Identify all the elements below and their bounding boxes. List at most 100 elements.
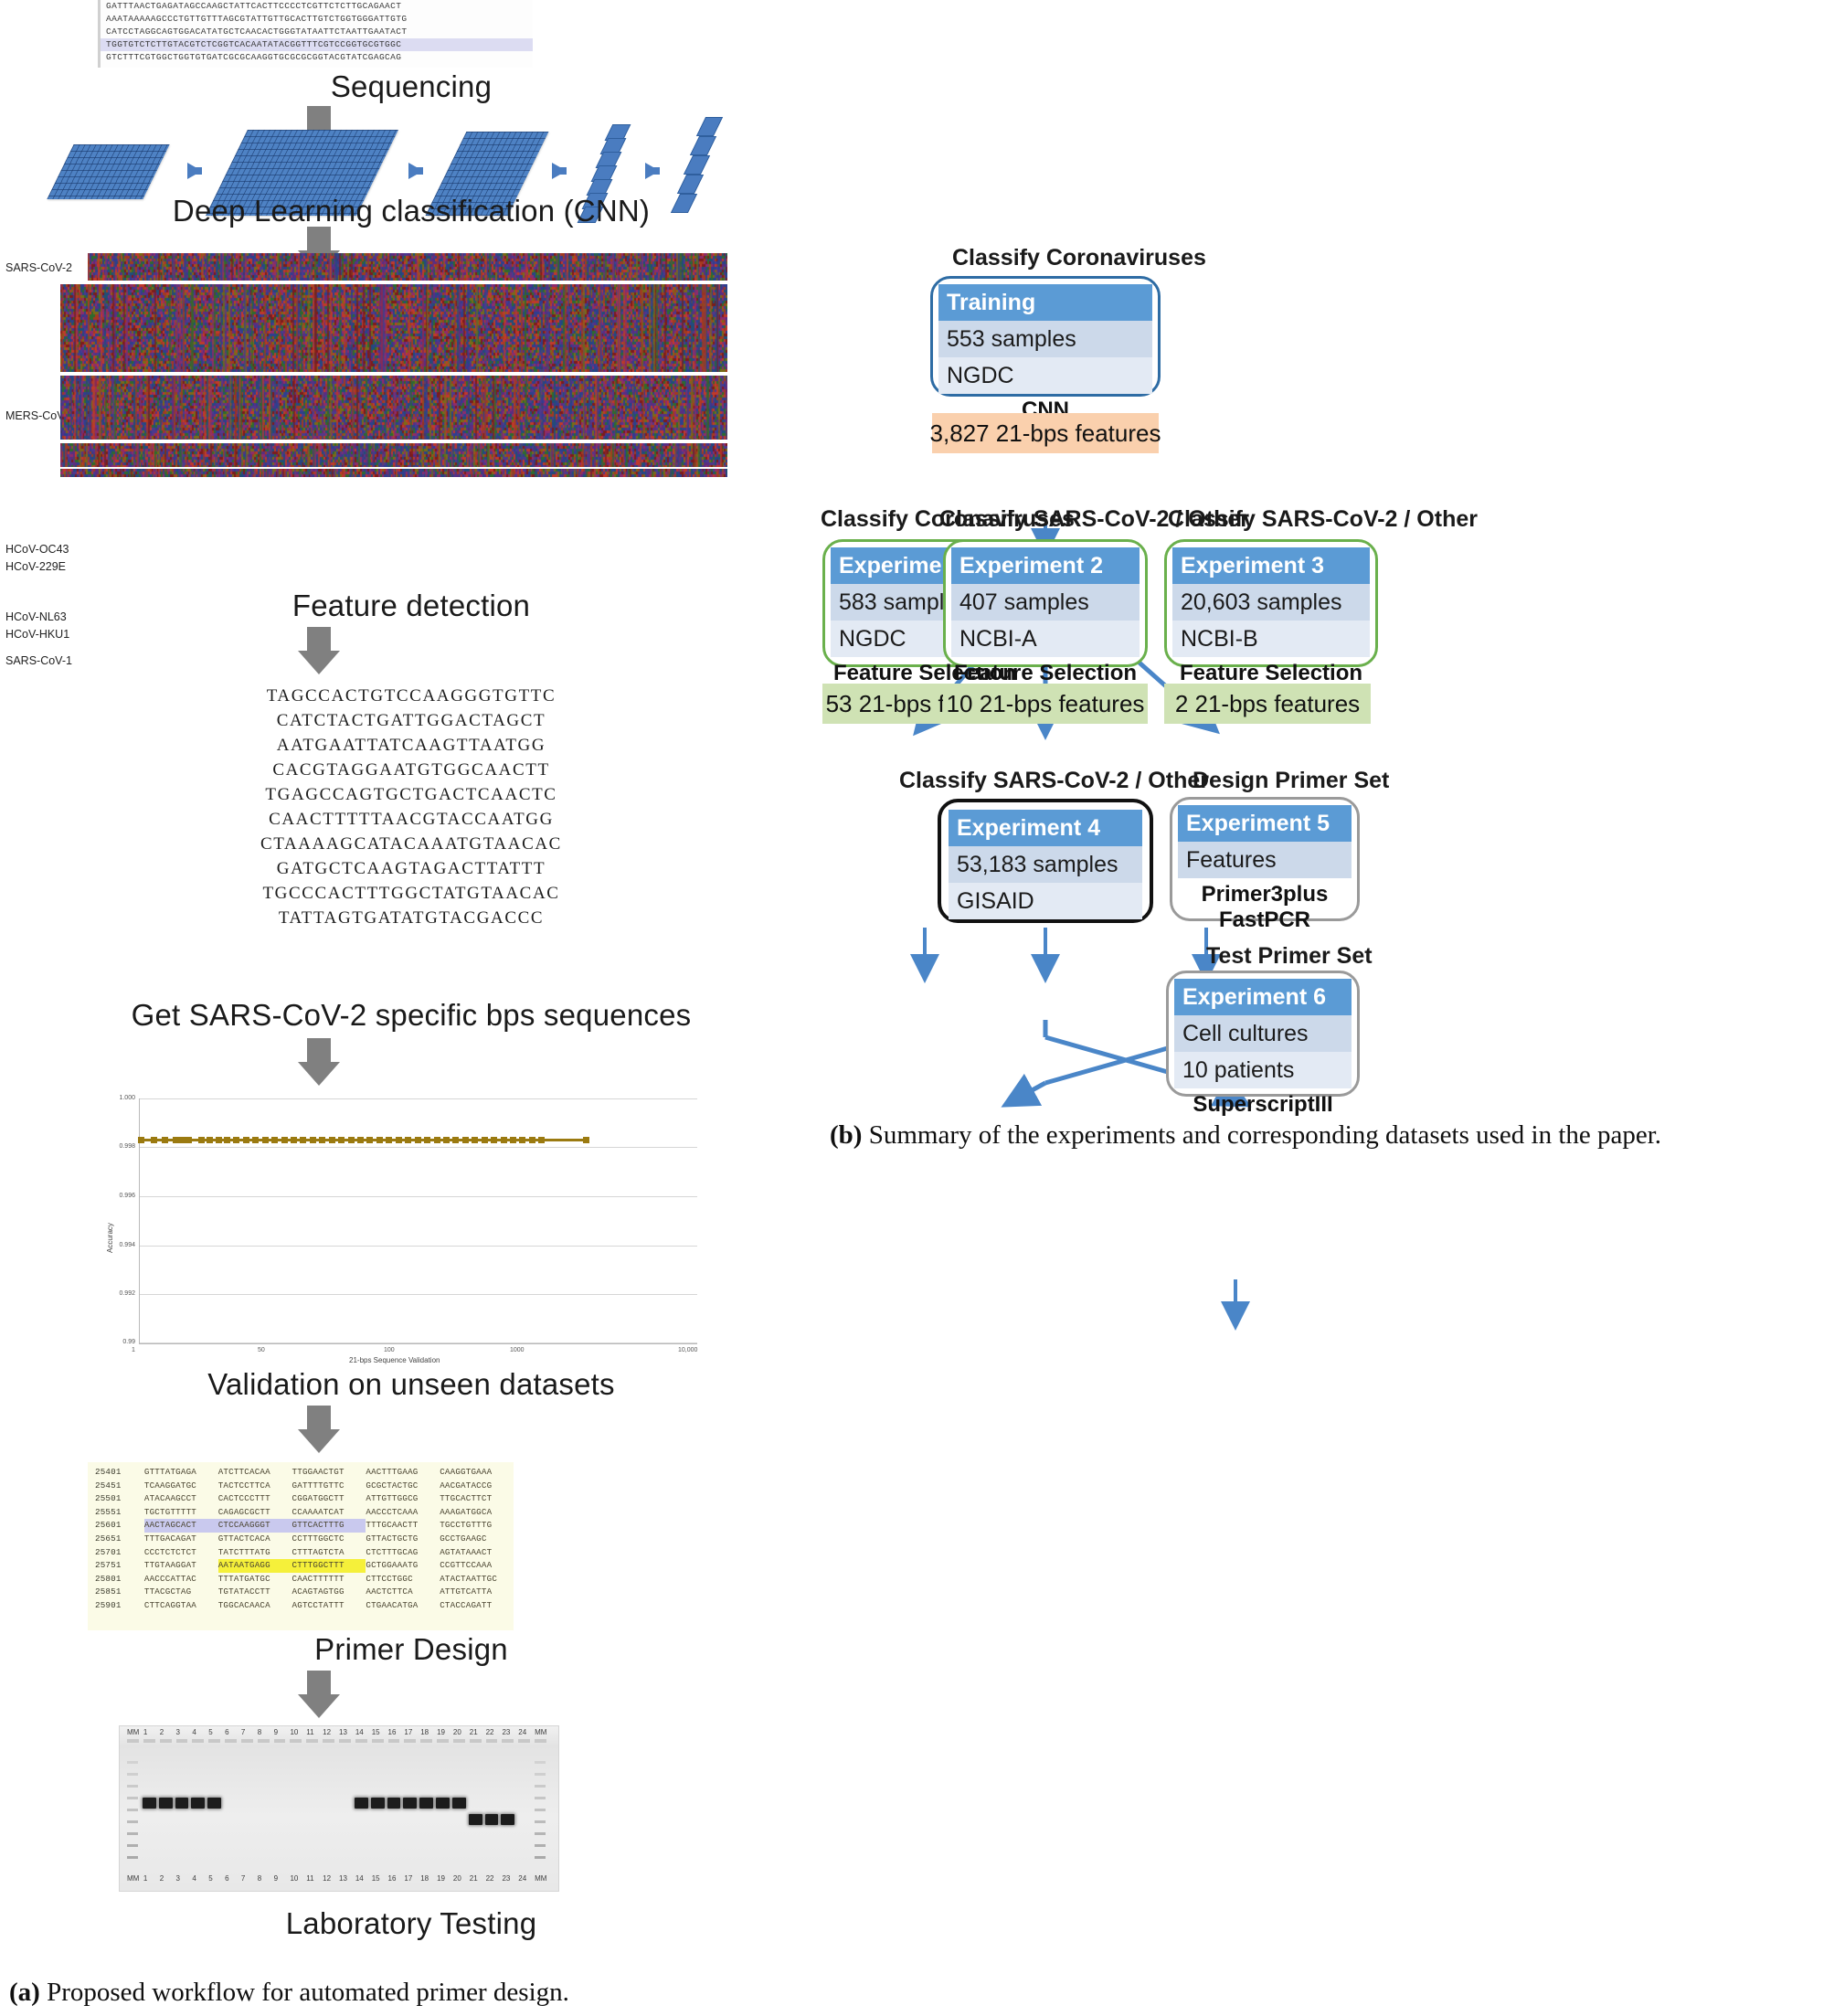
alignment-codon-group: GTTACTCACA bbox=[218, 1533, 292, 1546]
sequence-line: GTCTTTCGTGGCTGGTGTGATCGCGCAAGGTGCGCGCGGT… bbox=[101, 51, 533, 64]
experiment-4-source: GISAID bbox=[949, 883, 1142, 919]
gel-well bbox=[453, 1739, 465, 1743]
gel-well bbox=[420, 1739, 432, 1743]
gel-marker-band bbox=[127, 1785, 138, 1788]
alignment-codon-group: GCTGGAAATG bbox=[366, 1559, 440, 1573]
gel-well bbox=[339, 1739, 351, 1743]
validation-accuracy-chart: Accuracy 1.000 0.998 0.996 0.994 0.992 0.99 1… bbox=[101, 1093, 731, 1367]
gel-well bbox=[306, 1739, 318, 1743]
alignment-codon-group: CCCTCTCTCT bbox=[144, 1546, 218, 1560]
gel-band bbox=[175, 1798, 189, 1809]
chart-plot-area bbox=[139, 1098, 697, 1344]
gel-lane-label: 8 bbox=[258, 1728, 261, 1736]
gel-lane-label: 10 bbox=[290, 1874, 298, 1883]
alignment-codon-group: ATACAAGCCT bbox=[144, 1492, 218, 1506]
chart-point bbox=[501, 1137, 507, 1143]
alignment-codon-group: AGTCCTATTT bbox=[292, 1599, 366, 1613]
gel-well bbox=[372, 1739, 384, 1743]
alignment-row: 25701 CCCTCTCTCT TATCTTTATG CTTTAGTCTA CTCTT… bbox=[88, 1546, 514, 1560]
gel-lane-label: 5 bbox=[208, 1874, 212, 1883]
gel-well bbox=[486, 1739, 498, 1743]
title-exp4: Classify SARS-CoV-2 / Other bbox=[899, 768, 1209, 794]
gel-lane-label: 2 bbox=[160, 1874, 164, 1883]
experiment-2-samples: 407 samples bbox=[951, 584, 1140, 621]
gel-lane-label: 6 bbox=[225, 1728, 228, 1736]
title-classify-coronaviruses-root: Classify Coronaviruses bbox=[952, 245, 1206, 271]
experiment-3-box[interactable]: Experiment 3 20,603 samples NCBI-B Featu… bbox=[1164, 539, 1378, 667]
alignment-codon-group: CGGATGGCTT bbox=[292, 1492, 366, 1506]
gel-lane-label: 13 bbox=[339, 1728, 347, 1736]
gel-lane-label: 24 bbox=[518, 1728, 526, 1736]
experiment-2-box[interactable]: Experiment 2 407 samples NCBI-A Feature … bbox=[943, 539, 1148, 667]
training-box[interactable]: Training 553 samples NGDC CNN bbox=[930, 276, 1161, 397]
gel-well bbox=[437, 1739, 449, 1743]
cnn-layer-input bbox=[47, 144, 169, 199]
chart-point bbox=[271, 1137, 278, 1143]
caption-b: (b) Summary of the experiments and corre… bbox=[830, 1117, 1826, 1153]
chart-point bbox=[329, 1137, 335, 1143]
gel-lane-label: 14 bbox=[355, 1874, 364, 1883]
alignment-codon-group: TTTGCAACTT bbox=[366, 1519, 440, 1533]
gel-well bbox=[208, 1739, 220, 1743]
alignment-codon-group: GTTTATGAGA bbox=[144, 1466, 218, 1480]
gel-electrophoresis-image: MM MM 1 1 2 2 3 3 4 4 5 5 6 6 7 7 8 8 9 9 10 10 11 11 12 12 13 13 14… bbox=[119, 1725, 559, 1892]
gel-band bbox=[419, 1798, 433, 1809]
gel-lane-label: MM bbox=[535, 1874, 546, 1883]
alignment-codon-group: TTTATGATGC bbox=[218, 1573, 292, 1586]
primer-alignment-block: 25401 GTTTATGAGA ATCTTCACAA TTGGAACTGT AACTT… bbox=[88, 1462, 514, 1630]
gel-lane-label: 4 bbox=[192, 1728, 196, 1736]
chart-point bbox=[224, 1137, 230, 1143]
gel-lane-label: 5 bbox=[208, 1728, 212, 1736]
gel-lane-label: 9 bbox=[274, 1874, 278, 1883]
gel-lane-label: 9 bbox=[274, 1728, 278, 1736]
feature-sequence: TGAGCCAGTGCTGACTCAACTC bbox=[0, 782, 822, 807]
workflow-arrow-down-icon bbox=[298, 1038, 340, 1086]
step-label-laboratory-testing: Laboratory Testing bbox=[0, 1906, 822, 1941]
gel-marker-band bbox=[127, 1820, 138, 1823]
gel-lane-label: 17 bbox=[404, 1874, 412, 1883]
chart-point bbox=[462, 1137, 469, 1143]
chart-point bbox=[281, 1137, 288, 1143]
gel-lane-label: 11 bbox=[306, 1874, 313, 1883]
gel-marker-band bbox=[127, 1832, 138, 1835]
gel-marker-band bbox=[127, 1844, 138, 1847]
alignment-row: 25451 TCAAGGATGC TACTCCTTCA GATTTTGTTC GCGCT… bbox=[88, 1480, 514, 1493]
experiment-4-box[interactable]: Experiment 4 53,183 samples GISAID bbox=[938, 799, 1153, 923]
alignment-row: 25651 TTTGACAGAT GTTACTCACA CCTTTGGCTC GTTAC… bbox=[88, 1533, 514, 1546]
alignment-codon-group: CCAAAATCAT bbox=[292, 1506, 366, 1520]
gel-band bbox=[143, 1798, 156, 1809]
feature-sequence: TGCCCACTTTGGCTATGTAACAC bbox=[0, 881, 822, 906]
alignment-codon-group: CTTCAGGTAA bbox=[144, 1599, 218, 1613]
alignment-codon-group: CTTCCTGGC bbox=[366, 1573, 440, 1586]
gel-well bbox=[535, 1739, 546, 1743]
gel-band bbox=[452, 1798, 466, 1809]
gel-lane-label: 18 bbox=[420, 1728, 429, 1736]
alignment-row: 25801 AACCCATTAC TTTATGATGC CAACTTTTTT CTTCC… bbox=[88, 1573, 514, 1586]
experiment-6-box[interactable]: Experiment 6 Cell cultures 10 patients S… bbox=[1166, 971, 1360, 1097]
workflow-arrow-down-icon bbox=[298, 1671, 340, 1718]
gel-lane-label: 12 bbox=[323, 1874, 331, 1883]
gel-band bbox=[371, 1798, 385, 1809]
chart-point bbox=[538, 1137, 545, 1143]
gel-band bbox=[469, 1814, 482, 1825]
experiment-2-source: NCBI-A bbox=[951, 621, 1140, 657]
gel-well bbox=[323, 1739, 334, 1743]
experiment-2-header: Experiment 2 bbox=[951, 547, 1140, 584]
chart-point bbox=[233, 1137, 239, 1143]
gel-well bbox=[388, 1739, 400, 1743]
gel-lane-label: 13 bbox=[339, 1874, 347, 1883]
chart-point bbox=[186, 1137, 192, 1143]
chart-point bbox=[357, 1137, 364, 1143]
gel-well bbox=[470, 1739, 482, 1743]
gel-lane-label: 1 bbox=[143, 1874, 147, 1883]
chart-point bbox=[376, 1137, 383, 1143]
title-exp5: Design Primer Set bbox=[1193, 768, 1389, 794]
step-label-get-specific-bps: Get SARS-CoV-2 specific bps sequences bbox=[0, 998, 822, 1033]
step-label-validation: Validation on unseen datasets bbox=[0, 1367, 822, 1402]
gel-well bbox=[176, 1739, 188, 1743]
panel-b-experiment-summary: Classify Coronaviruses Training 553 samp… bbox=[822, 0, 1834, 2016]
gel-lane-label: 4 bbox=[192, 1874, 196, 1883]
gel-marker-band bbox=[535, 1820, 546, 1823]
chart-point bbox=[583, 1137, 589, 1143]
experiment-5-box[interactable]: Experiment 5 Features Primer3plus FastPC… bbox=[1170, 797, 1360, 921]
